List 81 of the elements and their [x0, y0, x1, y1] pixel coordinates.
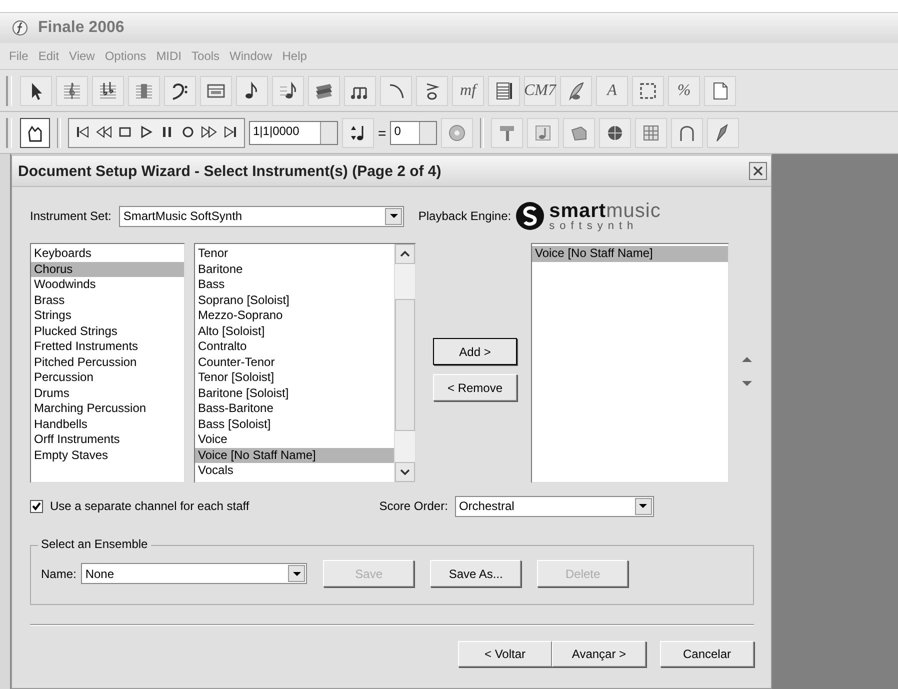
- toolbar-button[interactable]: %: [668, 76, 700, 106]
- list-item[interactable]: Orff Instruments: [31, 432, 184, 448]
- caret-icon: [390, 214, 398, 218]
- grid-icon: [641, 122, 662, 142]
- add-button[interactable]: Add >: [433, 338, 517, 365]
- list-item[interactable]: Mezzo-Soprano: [195, 308, 394, 324]
- window-title: Finale 2006: [38, 19, 124, 37]
- list-item[interactable]: Bass-Baritone: [195, 401, 394, 416]
- list-item[interactable]: Counter-Tenor: [195, 354, 394, 370]
- move-up-button[interactable]: [742, 356, 752, 363]
- caret-icon: [639, 504, 648, 508]
- list-item[interactable]: Soprano [Soloist]: [195, 292, 394, 308]
- list-item[interactable]: Bass [Soloist]: [195, 416, 394, 432]
- checkbox-label: Use a separate channel for each staff: [50, 499, 250, 513]
- equals-sign: =: [378, 124, 386, 140]
- list-item[interactable]: Woodwinds: [31, 277, 184, 292]
- field-label: Instrument Set:: [30, 209, 112, 223]
- selection-box-icon: [638, 80, 658, 100]
- close-button[interactable]: [749, 162, 767, 180]
- scroll-thumb[interactable]: [395, 299, 415, 431]
- footer-button[interactable]: Cancelar: [660, 641, 754, 667]
- toolbar-button[interactable]: A: [596, 76, 628, 106]
- footer-button[interactable]: < Voltar: [458, 641, 552, 667]
- list-item[interactable]: Fretted Instruments: [31, 339, 184, 354]
- list-item[interactable]: Plucked Strings: [31, 324, 184, 339]
- list-item[interactable]: Pitched Percussion: [31, 354, 184, 370]
- list-item[interactable]: Voice [No Staff Name]: [532, 246, 728, 262]
- list-item[interactable]: Voice [No Staff Name]: [195, 448, 394, 463]
- list-item[interactable]: Tenor: [195, 246, 394, 262]
- field-label: Name:: [41, 566, 76, 580]
- list-item[interactable]: Chorus: [31, 262, 184, 277]
- toolbar-button[interactable]: [20, 118, 50, 148]
- bass-clef-icon: [170, 80, 190, 100]
- toolbar-button[interactable]: CM7: [524, 76, 556, 106]
- caret-icon: [292, 572, 301, 576]
- footer-button[interactable]: Avançar >: [552, 641, 646, 667]
- dropdown[interactable]: None: [81, 563, 308, 584]
- close-icon: [753, 166, 763, 176]
- scrollbar[interactable]: [394, 244, 415, 482]
- move-down-button[interactable]: [742, 380, 752, 387]
- list-item[interactable]: Percussion: [31, 370, 184, 386]
- scroll-up-button[interactable]: [395, 244, 415, 264]
- list-item[interactable]: Bass: [195, 277, 394, 292]
- checkbox[interactable]: [30, 500, 43, 512]
- list-item[interactable]: Handbells: [31, 416, 184, 432]
- feather-icon: [566, 80, 586, 100]
- f-logo-icon: [12, 20, 28, 36]
- list-item[interactable]: Voice: [195, 432, 394, 448]
- list-item[interactable]: Alto [Soloist]: [195, 324, 394, 339]
- notes-icon: [278, 80, 298, 100]
- toolbar-button[interactable]: mf: [452, 76, 484, 106]
- list-item[interactable]: Drums: [31, 386, 184, 401]
- list-item[interactable]: Baritone [Soloist]: [195, 386, 394, 401]
- dialog-title: Document Setup Wizard - Select Instrument(s) (Page 2 of 4): [18, 162, 442, 180]
- note-icon: [533, 122, 554, 142]
- group-label: Select an Ensemble: [38, 537, 151, 551]
- field-label: Score Order:: [379, 499, 448, 513]
- field-label: Playback Engine:: [418, 209, 512, 223]
- treble-clef-icon: [62, 80, 82, 100]
- disc-icon: [447, 122, 468, 142]
- staff-lines-icon: [494, 80, 514, 100]
- logo-wordmark: smartmusic: [549, 200, 661, 220]
- dropdown[interactable]: Orchestral: [454, 496, 654, 516]
- list-item[interactable]: Tenor [Soloist]: [195, 370, 394, 386]
- ensemble-button[interactable]: Save As...: [430, 560, 522, 587]
- list-item[interactable]: Keyboards: [31, 246, 184, 262]
- s-logo-icon: [515, 201, 546, 231]
- logo-subtitle: softsynth: [549, 220, 640, 232]
- chevron-down-icon: [400, 469, 410, 475]
- chevron-up-icon: [400, 251, 410, 257]
- scroll-down-button[interactable]: [395, 462, 415, 482]
- list-item[interactable]: Brass: [31, 292, 184, 308]
- list-item[interactable]: Baritone: [195, 262, 394, 277]
- list-item[interactable]: Empty Staves: [31, 448, 184, 463]
- list-item[interactable]: Marching Percussion: [31, 401, 184, 416]
- list-item[interactable]: Vocals: [195, 463, 394, 478]
- list-item[interactable]: Strings: [31, 308, 184, 324]
- list-item[interactable]: Contralto: [195, 339, 394, 354]
- flat-sign-icon: [98, 80, 118, 100]
- dropdown[interactable]: SmartMusic SoftSynth: [119, 206, 404, 226]
- remove-button[interactable]: < Remove: [433, 374, 517, 401]
